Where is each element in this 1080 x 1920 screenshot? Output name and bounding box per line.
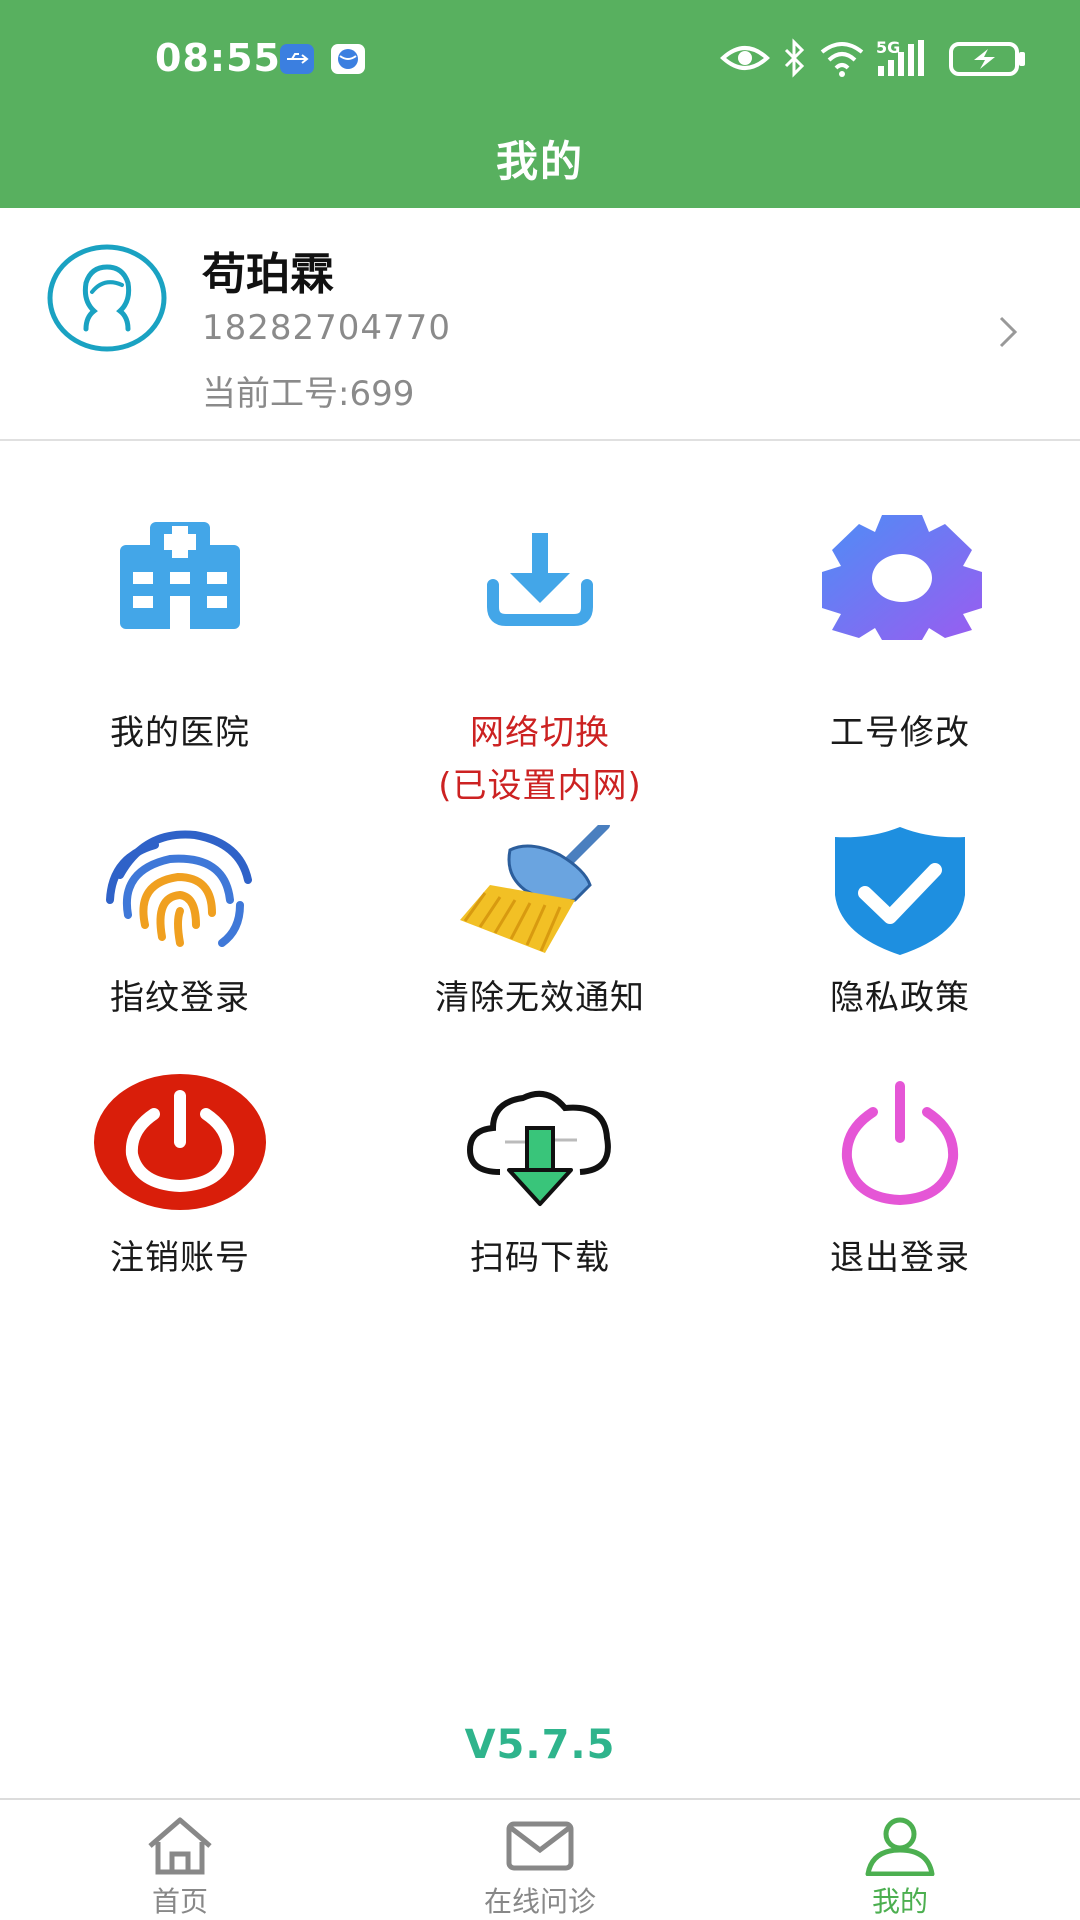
tab-online-consultation[interactable]: 在线问诊 bbox=[360, 1800, 720, 1920]
user-phone: 18282704770 bbox=[202, 308, 451, 348]
tab-mine-label: 我的 bbox=[871, 1885, 928, 1918]
shield-check-icon bbox=[835, 827, 965, 955]
page-title: 我的 bbox=[495, 137, 584, 186]
menu-item-clear-notifications[interactable]: 清除无效通知 bbox=[360, 825, 720, 1025]
network-status-label: (已设置内网) bbox=[438, 766, 642, 806]
app-version: V5.7.5 bbox=[464, 1722, 616, 1768]
hospital-icon bbox=[120, 522, 240, 629]
app-header: 08:55 5G 我的 bbox=[0, 0, 1080, 208]
wifi-icon bbox=[820, 42, 864, 77]
tab-home[interactable]: 首页 bbox=[0, 1800, 360, 1920]
menu-item-network-switch[interactable]: 网络切换 (已设置内网) bbox=[360, 510, 720, 810]
power-red-icon bbox=[94, 1074, 266, 1210]
tab-mine[interactable]: 我的 bbox=[720, 1800, 1080, 1920]
menu-item-label: 注销账号 bbox=[110, 1238, 250, 1278]
power-pink-icon bbox=[841, 1081, 959, 1205]
user-name: 苟珀霖 bbox=[202, 249, 334, 300]
bottom-nav: 首页 在线问诊 我的 bbox=[0, 1798, 1080, 1920]
menu-item-logout[interactable]: 退出登录 bbox=[720, 1070, 1080, 1280]
tab-home-label: 首页 bbox=[151, 1885, 208, 1918]
menu-item-change-work-number[interactable]: 工号修改 bbox=[720, 510, 1080, 760]
menu-item-label: 隐私政策 bbox=[830, 978, 970, 1018]
signal-icon bbox=[878, 40, 924, 76]
eye-icon bbox=[720, 46, 770, 70]
menu-item-label: 指纹登录 bbox=[110, 978, 250, 1018]
user-icon bbox=[865, 1817, 935, 1876]
menu-item-my-hospital[interactable]: 我的医院 bbox=[0, 510, 360, 760]
download-icon bbox=[487, 533, 593, 626]
battery-icon bbox=[949, 42, 1025, 76]
home-icon bbox=[148, 1817, 212, 1875]
menu-item-label: 工号修改 bbox=[830, 713, 970, 753]
status-time: 08:55 bbox=[155, 36, 281, 80]
fingerprint-icon bbox=[106, 830, 252, 947]
avatar bbox=[47, 244, 167, 352]
menu-item-label: 我的医院 bbox=[110, 713, 250, 753]
profile-card[interactable]: 苟珀霖 18282704770 当前工号:699 bbox=[0, 208, 1080, 441]
bluetooth-icon bbox=[784, 38, 805, 78]
broom-icon bbox=[460, 825, 610, 953]
user-work-number: 当前工号:699 bbox=[202, 374, 415, 414]
menu-item-privacy-policy[interactable]: 隐私政策 bbox=[720, 825, 1080, 1025]
tab-online-consultation-label: 在线问诊 bbox=[483, 1885, 596, 1918]
usb-icon bbox=[280, 44, 314, 74]
chevron-right-icon bbox=[999, 316, 1018, 348]
status-icons: 5G bbox=[720, 38, 1040, 78]
menu-item-label: 清除无效通知 bbox=[435, 978, 645, 1018]
mail-icon bbox=[506, 1821, 574, 1871]
menu-item-scan-download[interactable]: 扫码下载 bbox=[360, 1070, 720, 1280]
menu-item-deactivate-account[interactable]: 注销账号 bbox=[0, 1070, 360, 1280]
menu-item-fingerprint-login[interactable]: 指纹登录 bbox=[0, 825, 360, 1025]
menu-item-label: 网络切换 bbox=[470, 713, 610, 753]
menu-item-label: 扫码下载 bbox=[470, 1238, 610, 1278]
browser-icon bbox=[331, 44, 365, 74]
cloud-download-icon bbox=[466, 1090, 611, 1206]
menu-item-label: 退出登录 bbox=[830, 1238, 970, 1278]
gear-icon bbox=[822, 515, 982, 640]
